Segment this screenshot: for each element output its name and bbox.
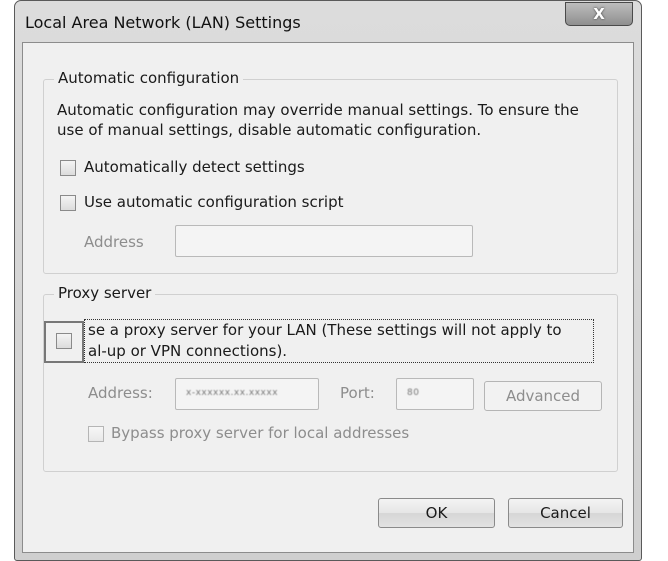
bypass-local-checkbox[interactable] (88, 426, 104, 442)
lan-settings-dialog: Local Area Network (LAN) Settings X Auto… (14, 0, 642, 561)
use-proxy-label-line2[interactable]: al-up or VPN connections). (88, 341, 287, 361)
close-icon: X (593, 5, 605, 23)
use-config-script-checkbox[interactable] (60, 195, 76, 211)
automatic-configuration-group: Automatic configuration Automatic config… (43, 69, 618, 274)
dialog-body: Automatic configuration Automatic config… (22, 42, 634, 553)
proxy-server-group: Proxy server se a proxy server for your … (43, 284, 618, 472)
ok-button[interactable]: OK (378, 498, 495, 528)
advanced-button[interactable]: Advanced (484, 381, 602, 411)
cancel-button-label: Cancel (540, 504, 591, 522)
proxy-server-legend: Proxy server (54, 284, 156, 302)
use-proxy-label-line1[interactable]: se a proxy server for your LAN (These se… (88, 320, 562, 340)
auto-detect-checkbox[interactable] (60, 160, 76, 176)
proxy-address-input[interactable]: x-xxxxxx.xx.xxxxx (175, 378, 319, 410)
script-address-label: Address (84, 233, 144, 251)
proxy-port-label: Port: (340, 384, 375, 402)
close-button[interactable]: X (565, 2, 633, 26)
use-proxy-checkbox[interactable] (56, 333, 72, 349)
script-address-input[interactable] (175, 225, 473, 257)
proxy-port-value: 80 (407, 388, 420, 398)
use-proxy-checkbox-frame[interactable] (44, 321, 84, 363)
auto-detect-label[interactable]: Automatically detect settings (84, 157, 305, 177)
proxy-address-label: Address: (88, 384, 153, 402)
automatic-configuration-legend: Automatic configuration (54, 69, 244, 87)
bypass-local-label[interactable]: Bypass proxy server for local addresses (111, 423, 409, 443)
auto-config-description-line1: Automatic configuration may override man… (57, 101, 579, 119)
use-config-script-label[interactable]: Use automatic configuration script (84, 192, 343, 212)
proxy-port-input[interactable]: 80 (396, 378, 474, 410)
title-bar[interactable]: Local Area Network (LAN) Settings X (15, 1, 641, 41)
proxy-address-value: x-xxxxxx.xx.xxxxx (186, 388, 279, 398)
auto-config-description-line2: use of manual settings, disable automati… (57, 121, 482, 139)
dialog-title: Local Area Network (LAN) Settings (25, 13, 301, 32)
advanced-button-label: Advanced (505, 387, 581, 405)
ok-button-label: OK (425, 504, 448, 522)
cancel-button[interactable]: Cancel (508, 498, 623, 528)
